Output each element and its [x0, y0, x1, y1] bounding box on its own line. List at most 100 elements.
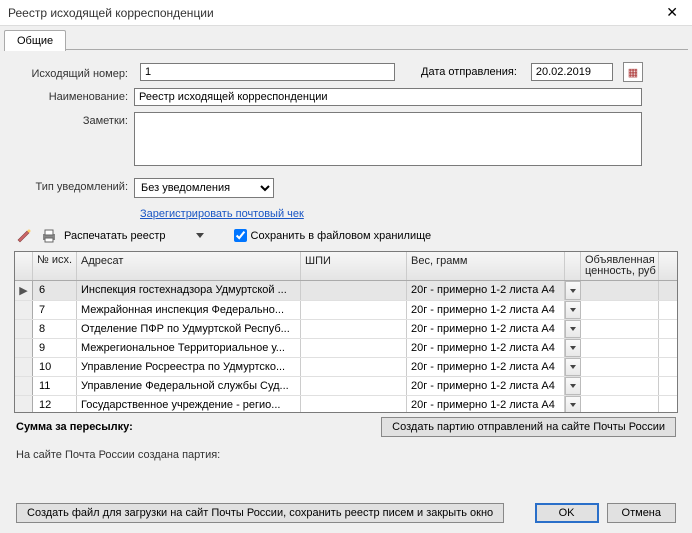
row-marker: [15, 377, 33, 395]
weight-dropdown-icon[interactable]: [565, 301, 581, 319]
cell-addressee: Межрайонная инспекция Федерально...: [77, 301, 301, 319]
outgoing-number-input[interactable]: [140, 63, 395, 81]
table-row[interactable]: 9Межрегиональное Территориальное у... 20г…: [15, 339, 677, 358]
col-declared[interactable]: Объявленная ценность, руб: [581, 252, 659, 280]
register-check-link[interactable]: Зарегистрировать почтовый чек: [140, 208, 678, 220]
cell-declared: [581, 377, 659, 395]
save-storage-wrap[interactable]: Сохранить в файловом хранилище: [230, 226, 432, 245]
row-marker: [15, 358, 33, 376]
cell-idx: 6: [33, 281, 77, 300]
party-status-label: На сайте Почта России создана партия:: [16, 449, 676, 461]
cell-shpi: [301, 301, 407, 319]
cell-declared: [581, 339, 659, 357]
weight-dropdown-icon[interactable]: [565, 281, 581, 300]
cell-idx: 12: [33, 396, 77, 412]
send-date-input[interactable]: [531, 63, 613, 81]
name-label: Наименование:: [14, 88, 134, 103]
cell-shpi: [301, 377, 407, 395]
cell-weight: 20г - примерно 1-2 листа А4: [407, 281, 565, 300]
notes-label: Заметки:: [14, 112, 134, 127]
cell-idx: 11: [33, 377, 77, 395]
cell-declared: [581, 281, 659, 300]
ok-button[interactable]: OK: [535, 503, 599, 523]
table-row[interactable]: 10Управление Росреестра по Удмуртско...2…: [15, 358, 677, 377]
name-input[interactable]: [134, 88, 642, 106]
notes-textarea[interactable]: [134, 112, 642, 166]
footer: Создать файл для загрузки на сайт Почты …: [14, 499, 678, 527]
row-outgoing-number: Исходящий номер: Дата отправления: ▦: [14, 62, 678, 82]
toolbar: Распечатать реестр Сохранить в файловом …: [14, 220, 678, 251]
save-storage-checkbox[interactable]: [234, 229, 247, 242]
tab-general[interactable]: Общие: [4, 30, 66, 51]
cell-idx: 9: [33, 339, 77, 357]
cell-weight: 20г - примерно 1-2 листа А4: [407, 339, 565, 357]
cell-weight: 20г - примерно 1-2 листа А4: [407, 377, 565, 395]
weight-dropdown-icon[interactable]: [565, 339, 581, 357]
grid-header: № исх. Адресат ШПИ Вес, грамм Объявленна…: [15, 252, 677, 281]
row-marker: [15, 320, 33, 338]
print-dropdown-icon[interactable]: [196, 233, 204, 238]
outgoing-number-label: Исходящий номер:: [14, 65, 134, 80]
row-notif: Тип уведомлений: Без уведомления: [14, 178, 678, 198]
cell-declared: [581, 301, 659, 319]
cell-addressee: Отделение ПФР по Удмуртской Респуб...: [77, 320, 301, 338]
cancel-button[interactable]: Отмена: [607, 503, 676, 523]
grid-body[interactable]: ▶6Инспекция гостехнадзора Удмуртской ...…: [15, 281, 677, 412]
save-storage-label: Сохранить в файловом хранилище: [251, 230, 432, 242]
col-weight-drop[interactable]: [565, 252, 581, 280]
notif-label: Тип уведомлений:: [14, 178, 134, 193]
cell-shpi: [301, 358, 407, 376]
col-addressee[interactable]: Адресат: [77, 252, 301, 280]
table-row[interactable]: 11Управление Федеральной службы Суд...20…: [15, 377, 677, 396]
weight-dropdown-icon[interactable]: [565, 320, 581, 338]
col-idx[interactable]: № исх.: [33, 252, 77, 280]
summary-row: Сумма за пересылку: Создать партию отпра…: [14, 413, 678, 441]
printer-icon[interactable]: [40, 227, 58, 245]
table-row[interactable]: 8Отделение ПФР по Удмуртской Респуб... 20…: [15, 320, 677, 339]
cell-addressee: Межрегиональное Территориальное у...: [77, 339, 301, 357]
send-date-label: Дата отправления:: [421, 66, 517, 78]
tab-body: Исходящий номер: Дата отправления: ▦ Наи…: [0, 50, 692, 533]
cell-weight: 20г - примерно 1-2 листа А4: [407, 396, 565, 412]
create-file-button[interactable]: Создать файл для загрузки на сайт Почты …: [16, 503, 504, 523]
weight-dropdown-icon[interactable]: [565, 396, 581, 412]
cell-addressee: Государственное учреждение - регио...: [77, 396, 301, 412]
cell-weight: 20г - примерно 1-2 листа А4: [407, 320, 565, 338]
cell-idx: 7: [33, 301, 77, 319]
cell-declared: [581, 358, 659, 376]
print-button[interactable]: Распечатать реестр: [64, 230, 166, 242]
registry-dialog: Реестр исходящей корреспонденции ✕ Общие…: [0, 0, 692, 533]
weight-dropdown-icon[interactable]: [565, 377, 581, 395]
window-title: Реестр исходящей корреспонденции: [8, 6, 214, 20]
cell-declared: [581, 320, 659, 338]
summary-label: Сумма за пересылку:: [16, 421, 133, 433]
cell-addressee: Инспекция гостехнадзора Удмуртской ...: [77, 281, 301, 300]
cell-shpi: [301, 396, 407, 412]
row-notes: Заметки:: [14, 112, 678, 166]
row-name: Наименование:: [14, 88, 678, 106]
create-batch-button[interactable]: Создать партию отправлений на сайте Почт…: [381, 417, 676, 437]
table-row[interactable]: ▶6Инспекция гостехнадзора Удмуртской ...…: [15, 281, 677, 301]
cell-shpi: [301, 281, 407, 300]
calendar-icon[interactable]: ▦: [623, 62, 643, 82]
cell-declared: [581, 396, 659, 412]
table-row[interactable]: 12Государственное учреждение - регио... 2…: [15, 396, 677, 412]
row-marker: [15, 301, 33, 319]
wand-icon[interactable]: [16, 227, 34, 245]
cell-idx: 8: [33, 320, 77, 338]
tab-underline: [4, 49, 688, 50]
table-row[interactable]: 7Межрайонная инспекция Федерально... 20г …: [15, 301, 677, 320]
col-rowheader[interactable]: [15, 252, 33, 280]
col-weight[interactable]: Вес, грамм: [407, 252, 565, 280]
weight-dropdown-icon[interactable]: [565, 358, 581, 376]
cell-addressee: Управление Росреестра по Удмуртско...: [77, 358, 301, 376]
close-icon[interactable]: ✕: [660, 4, 684, 21]
cell-shpi: [301, 320, 407, 338]
cell-weight: 20г - примерно 1-2 листа А4: [407, 301, 565, 319]
grid: № исх. Адресат ШПИ Вес, грамм Объявленна…: [14, 251, 678, 413]
row-marker: [15, 339, 33, 357]
col-shpi[interactable]: ШПИ: [301, 252, 407, 280]
cell-shpi: [301, 339, 407, 357]
titlebar: Реестр исходящей корреспонденции ✕: [0, 0, 692, 26]
notif-select[interactable]: Без уведомления: [134, 178, 274, 198]
